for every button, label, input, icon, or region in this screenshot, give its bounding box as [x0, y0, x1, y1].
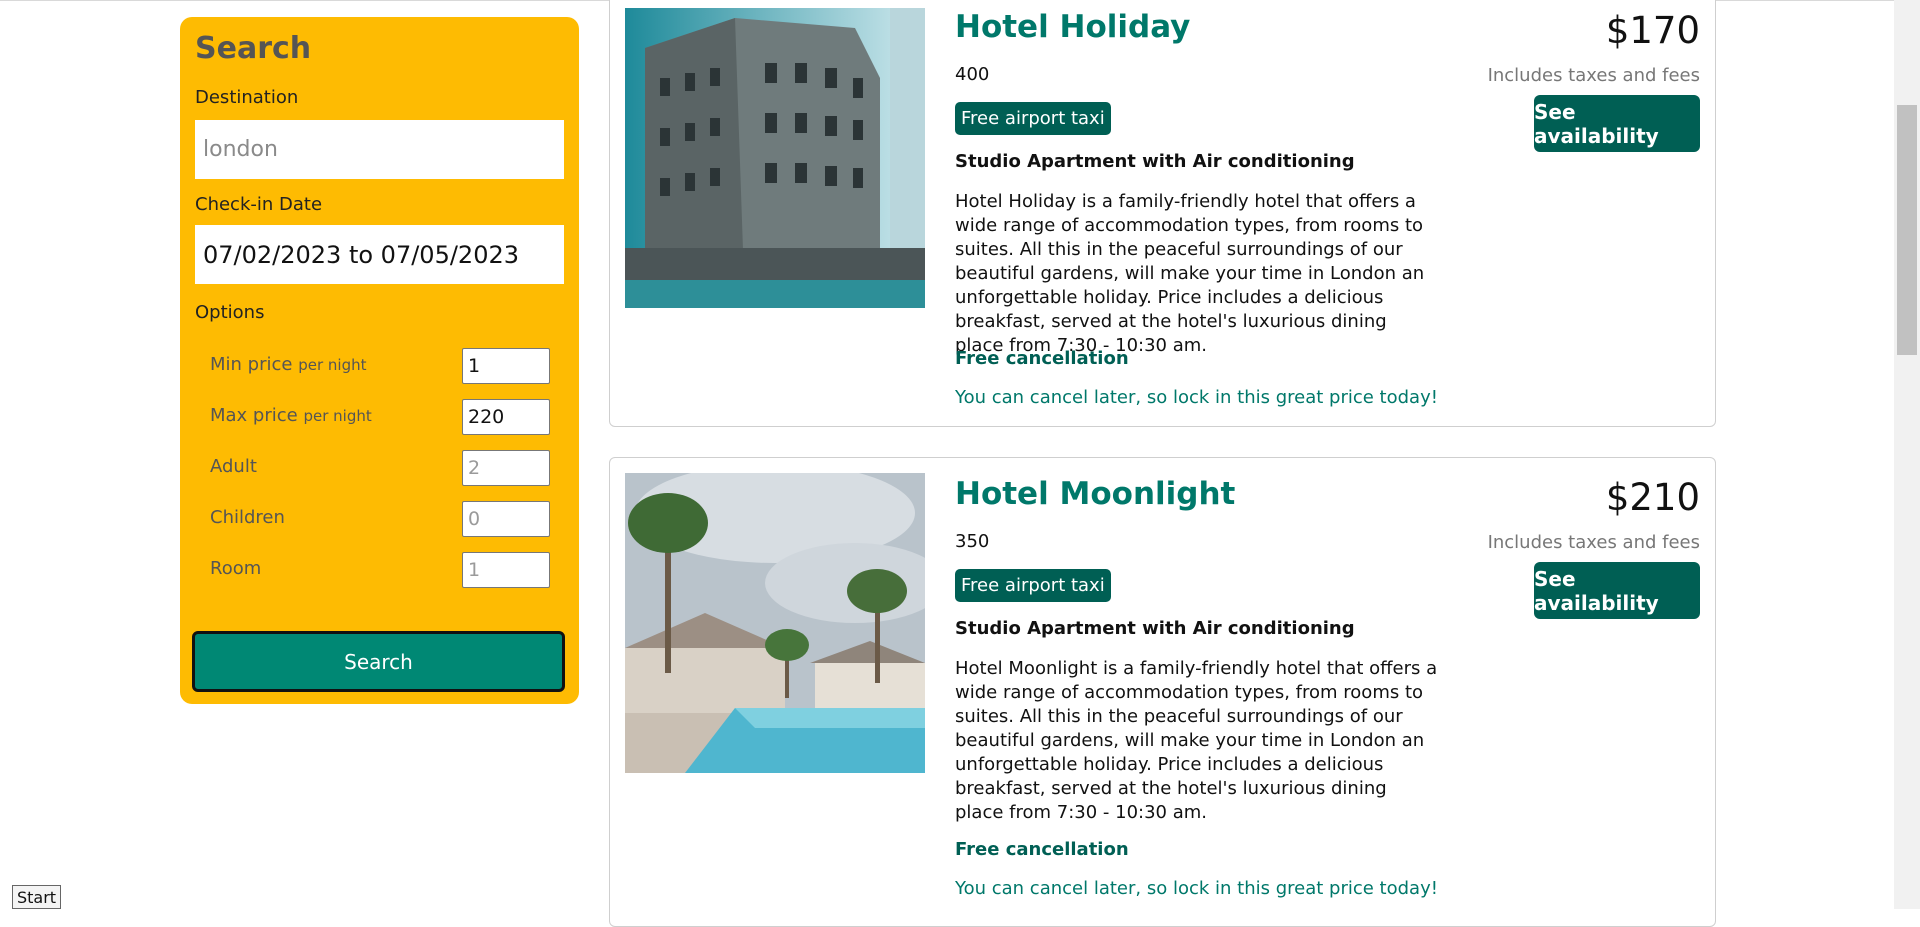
free-cancellation: Free cancellation [955, 348, 1129, 369]
hotel-price: $170 [1605, 9, 1700, 52]
hotel-building-image [625, 8, 925, 308]
page-scrollbar[interactable] [1894, 0, 1920, 909]
options-label: Options [195, 302, 265, 323]
max-price-input[interactable]: 220 [462, 399, 550, 435]
hotel-pool-image [625, 473, 925, 773]
option-row-children: Children 0 [210, 501, 564, 537]
room-input[interactable]: 1 [462, 552, 550, 588]
hotel-name[interactable]: Hotel Holiday [955, 9, 1190, 45]
taxi-badge: Free airport taxi [955, 102, 1111, 135]
room-type: Studio Apartment with Air conditioning [955, 151, 1355, 172]
tax-note: Includes taxes and fees [1487, 65, 1700, 86]
hotel-distance: 400 [955, 64, 990, 85]
taxi-badge: Free airport taxi [955, 569, 1111, 602]
option-row-room: Room 1 [210, 552, 564, 588]
option-label: Max price per night [210, 405, 372, 426]
hotel-photo[interactable] [625, 8, 925, 308]
adult-input[interactable]: 2 [462, 450, 550, 486]
option-label: Children [210, 507, 285, 528]
min-price-input[interactable]: 1 [462, 348, 550, 384]
free-cancellation: Free cancellation [955, 839, 1129, 860]
start-button[interactable]: Start [12, 885, 61, 909]
cancellation-subtitle: You can cancel later, so lock in this gr… [955, 878, 1438, 899]
option-row-max-price: Max price per night 220 [210, 399, 564, 435]
hotel-distance: 350 [955, 531, 990, 552]
hotel-name[interactable]: Hotel Moonlight [955, 476, 1235, 512]
hotel-description: Hotel Holiday is a family-friendly hotel… [955, 191, 1425, 356]
search-panel: Search Destination london Check-in Date … [180, 17, 579, 704]
see-availability-button[interactable]: See availability [1534, 95, 1700, 152]
children-input[interactable]: 0 [462, 501, 550, 537]
search-title: Search [195, 31, 312, 66]
room-type: Studio Apartment with Air conditioning [955, 618, 1355, 639]
option-label: Room [210, 558, 262, 579]
destination-input[interactable]: london [195, 120, 564, 179]
see-availability-button[interactable]: See availability [1534, 562, 1700, 619]
hotel-card: Hotel Moonlight 350 Free airport taxi St… [609, 457, 1716, 927]
option-row-min-price: Min price per night 1 [210, 348, 564, 384]
option-label: Adult [210, 456, 257, 477]
hotel-photo[interactable] [625, 473, 925, 773]
scrollbar-thumb[interactable] [1897, 105, 1917, 355]
hotel-card: Hotel Holiday 400 Free airport taxi Stud… [609, 0, 1716, 427]
checkin-date-input[interactable]: 07/02/2023 to 07/05/2023 [195, 225, 564, 284]
option-row-adult: Adult 2 [210, 450, 564, 486]
search-button[interactable]: Search [192, 631, 565, 692]
destination-label: Destination [195, 87, 299, 108]
tax-note: Includes taxes and fees [1487, 532, 1700, 553]
hotel-description: Hotel Moonlight is a family-friendly hot… [955, 658, 1438, 823]
checkin-label: Check-in Date [195, 194, 323, 215]
option-label: Min price per night [210, 354, 367, 375]
hotel-price: $210 [1605, 476, 1700, 519]
cancellation-subtitle: You can cancel later, so lock in this gr… [955, 387, 1438, 408]
